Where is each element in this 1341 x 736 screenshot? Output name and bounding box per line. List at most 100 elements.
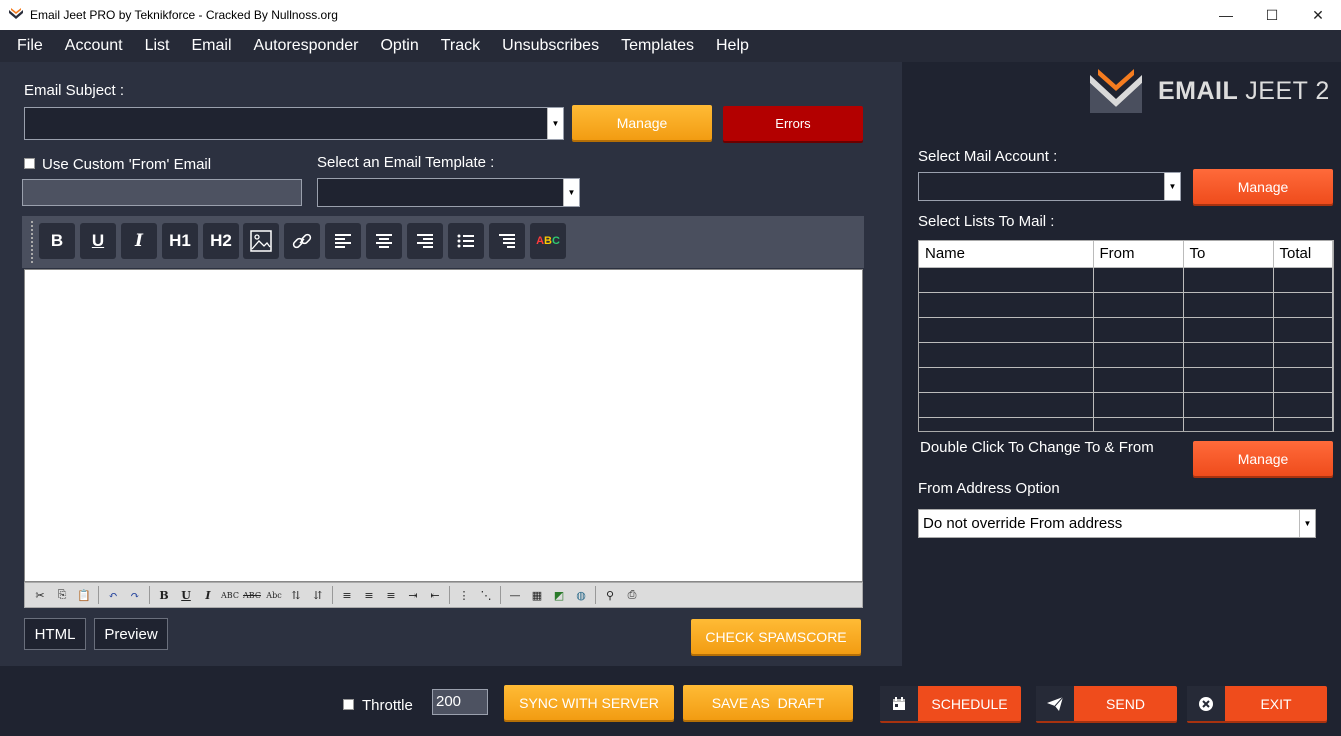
- print-icon[interactable]: ⎙: [621, 585, 643, 605]
- table-row[interactable]: [919, 391, 1333, 417]
- column-header-to[interactable]: To: [1183, 241, 1274, 267]
- cut-icon[interactable]: ✂: [29, 585, 51, 605]
- menu-templates[interactable]: Templates: [610, 30, 705, 62]
- custom-from-checkbox[interactable]: [24, 158, 35, 169]
- text-effect-icon[interactable]: ABC: [241, 585, 263, 605]
- copy-icon[interactable]: ⎘: [51, 585, 73, 605]
- minimize-button[interactable]: —: [1203, 0, 1249, 30]
- column-header-total[interactable]: Total: [1273, 241, 1333, 267]
- menu-optin[interactable]: Optin: [369, 30, 429, 62]
- menu-account[interactable]: Account: [54, 30, 134, 62]
- heading2-button[interactable]: H2: [203, 223, 239, 259]
- align-center-icon: [376, 234, 392, 248]
- underline-button[interactable]: U: [80, 223, 116, 259]
- tree-list-icon[interactable]: ⋱: [475, 585, 497, 605]
- heading1-button[interactable]: H1: [162, 223, 198, 259]
- table-row[interactable]: [919, 366, 1333, 392]
- find-icon[interactable]: ⚲: [599, 585, 621, 605]
- send-button[interactable]: SEND: [1036, 686, 1177, 721]
- numbered-list-icon[interactable]: ⋮: [453, 585, 475, 605]
- menu-autoresponder[interactable]: Autoresponder: [243, 30, 370, 62]
- indent-icon[interactable]: ⇥: [402, 585, 424, 605]
- sync-with-server-button[interactable]: SYNC WITH SERVER: [504, 685, 674, 720]
- outdent-icon[interactable]: ⇤: [424, 585, 446, 605]
- email-template-select[interactable]: ▼: [317, 178, 580, 207]
- manage-mail-accounts-button[interactable]: Manage: [1193, 169, 1333, 204]
- email-template-label: Select an Email Template :: [317, 154, 495, 171]
- tab-html[interactable]: HTML: [24, 618, 86, 650]
- menu-bar: File Account List Email Autoresponder Op…: [0, 30, 1341, 62]
- insert-image-button[interactable]: [243, 223, 279, 259]
- strikethrough-icon[interactable]: ABC: [219, 585, 241, 605]
- underline-icon[interactable]: U: [175, 585, 197, 605]
- insert-picture-icon[interactable]: ◩: [548, 585, 570, 605]
- from-address-select[interactable]: Do not override From address ▼: [918, 509, 1316, 538]
- menu-help[interactable]: Help: [705, 30, 760, 62]
- align-center-small-icon[interactable]: ≡: [358, 585, 380, 605]
- italic-button[interactable]: I: [121, 223, 157, 259]
- mail-account-select[interactable]: ▼: [918, 172, 1181, 201]
- table-row[interactable]: [919, 341, 1333, 367]
- paste-icon[interactable]: 📋: [73, 585, 95, 605]
- app-logo-icon: [9, 8, 23, 19]
- toolbar-grip: [31, 221, 33, 263]
- menu-unsubscribes[interactable]: Unsubscribes: [491, 30, 610, 62]
- close-window-button[interactable]: ✕: [1295, 0, 1341, 30]
- chevron-down-icon[interactable]: ▼: [563, 179, 579, 206]
- insert-link-button[interactable]: [284, 223, 320, 259]
- mailing-lists-table[interactable]: Name From To Total: [918, 240, 1334, 432]
- column-header-name[interactable]: Name: [919, 241, 1094, 267]
- redo-icon[interactable]: ↷: [124, 585, 146, 605]
- globe-icon[interactable]: ◍: [570, 585, 592, 605]
- table-row[interactable]: [919, 316, 1333, 342]
- lists-hint-text: Double Click To Change To & From: [920, 439, 1154, 456]
- title-bar: Email Jeet PRO by Teknikforce - Cracked …: [0, 0, 1341, 30]
- sort-descending-icon[interactable]: ⇵: [307, 585, 329, 605]
- align-left-button[interactable]: [325, 223, 361, 259]
- schedule-button[interactable]: SCHEDULE: [880, 686, 1021, 721]
- chevron-down-icon[interactable]: ▼: [547, 108, 563, 139]
- table-row[interactable]: [919, 291, 1333, 317]
- spellcheck-button[interactable]: ABC: [530, 223, 566, 259]
- maximize-button[interactable]: ☐: [1249, 0, 1295, 30]
- undo-icon[interactable]: ↶: [102, 585, 124, 605]
- custom-from-email-input[interactable]: [22, 179, 302, 206]
- throttle-input[interactable]: 200: [432, 689, 488, 715]
- check-spamscore-button[interactable]: CHECK SPAMSCORE: [691, 619, 861, 654]
- bold-button[interactable]: B: [39, 223, 75, 259]
- bulleted-list-button[interactable]: [448, 223, 484, 259]
- menu-file[interactable]: File: [6, 30, 54, 62]
- table-icon[interactable]: ▦: [526, 585, 548, 605]
- menu-track[interactable]: Track: [430, 30, 491, 62]
- menu-email[interactable]: Email: [181, 30, 243, 62]
- table-header-row: Name From To Total: [919, 241, 1333, 267]
- menu-list[interactable]: List: [134, 30, 181, 62]
- errors-button[interactable]: Errors: [723, 106, 863, 141]
- manage-subjects-button[interactable]: Manage: [572, 105, 712, 140]
- email-body-editor[interactable]: [24, 269, 863, 582]
- column-header-from[interactable]: From: [1093, 241, 1184, 267]
- bullet-list-icon: [457, 234, 474, 248]
- exit-button[interactable]: EXIT: [1187, 686, 1327, 721]
- bold-icon[interactable]: B: [153, 585, 175, 605]
- save-as-draft-button[interactable]: SAVE AS DRAFT: [683, 685, 853, 720]
- indent-list-button[interactable]: [489, 223, 525, 259]
- italic-icon[interactable]: I: [197, 585, 219, 605]
- horizontal-rule-icon[interactable]: —: [504, 585, 526, 605]
- align-left-small-icon[interactable]: ≡: [336, 585, 358, 605]
- align-right-button[interactable]: [407, 223, 443, 259]
- table-row[interactable]: [919, 416, 1333, 431]
- font-color-icon[interactable]: Abc: [263, 585, 285, 605]
- align-center-button[interactable]: [366, 223, 402, 259]
- table-row[interactable]: [919, 266, 1333, 292]
- sort-ascending-icon[interactable]: ⇅: [285, 585, 307, 605]
- email-subject-combo[interactable]: ▼: [24, 107, 564, 140]
- chevron-down-icon[interactable]: ▼: [1164, 173, 1180, 200]
- chevron-down-icon[interactable]: ▼: [1299, 510, 1315, 537]
- align-right-small-icon[interactable]: ≡: [380, 585, 402, 605]
- throttle-checkbox[interactable]: [343, 699, 354, 710]
- manage-lists-button[interactable]: Manage: [1193, 441, 1333, 476]
- align-right-icon: [417, 234, 433, 248]
- tab-preview[interactable]: Preview: [94, 618, 168, 650]
- spellcheck-icon: ABC: [536, 235, 560, 247]
